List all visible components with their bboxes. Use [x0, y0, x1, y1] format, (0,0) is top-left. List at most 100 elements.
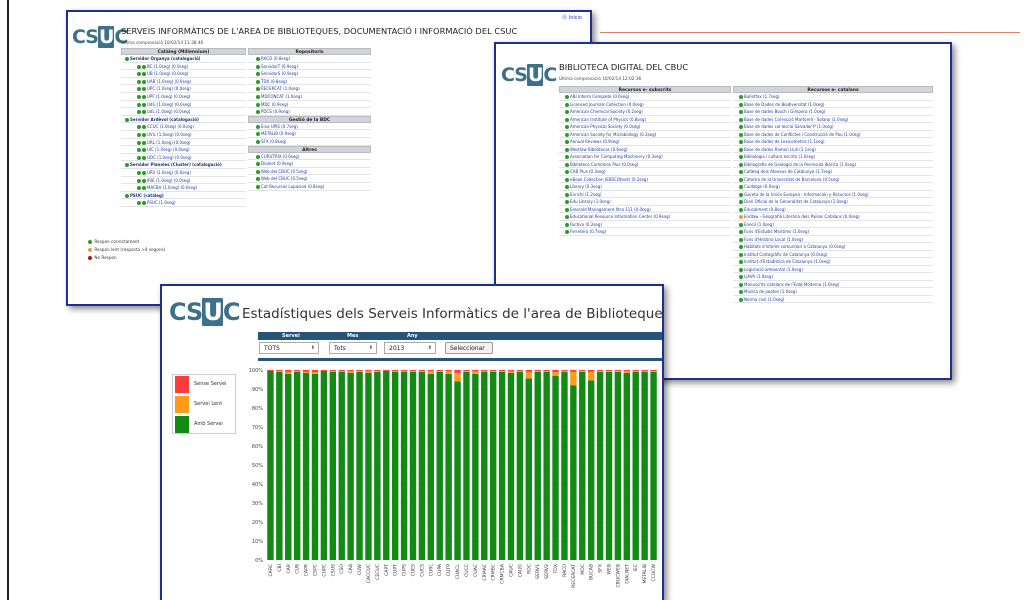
service-row[interactable]: UOC (1.0seg) (0.0seg) [121, 154, 246, 162]
resource-row[interactable]: Educational Resource Information Center … [559, 213, 731, 221]
service-row[interactable]: BC (1.0seg) (0.0seg) [121, 63, 246, 71]
service-row[interactable]: MDCONCAT (1.0seg) [248, 93, 371, 101]
service-row[interactable]: MACBA (1.0seg) (0.0seg) [121, 184, 246, 192]
service-row[interactable]: Servidor Organya (catalogació) [121, 55, 246, 63]
service-row[interactable]: UAB (1.0seg) (0.0seg) [121, 78, 246, 86]
resource-row[interactable]: Institut d'Estadística de Catalunya (1.0… [733, 258, 933, 266]
service-row[interactable]: RACO (0.8seg) [248, 55, 371, 63]
resource-row[interactable]: Cuidatge (0.0seg) [733, 183, 933, 191]
service-row[interactable]: ServidorT (0.9seg) [248, 63, 371, 71]
x-tick-label: CUPC [321, 564, 327, 577]
service-row[interactable]: UPC (1.0seg) (0.0seg) [121, 85, 246, 93]
resource-row[interactable]: Edu Library (1.0seg) [559, 198, 731, 206]
resource-row[interactable]: Hàbitats d'interès comunitari a Cataluny… [733, 243, 933, 251]
mes-select[interactable]: Tots ⬍ [329, 342, 377, 354]
resource-row[interactable]: Endlaw - Geografia Literària dels Països… [733, 213, 933, 221]
service-row[interactable]: Servidor Planoles (Cluster) (catalogació… [121, 161, 246, 169]
service-row[interactable]: Web del CBUC (0.5seg) [248, 168, 371, 176]
resource-row[interactable]: Association for Computing Machinery (0.3… [559, 153, 731, 161]
service-row[interactable]: ServidorS (0.9seg) [248, 70, 371, 78]
service-row[interactable]: UIC (1.0seg) (0.0seg) [121, 146, 246, 154]
legend-swatch [175, 376, 189, 393]
resource-row[interactable]: ABI Inform Complete (0.6seg) [559, 93, 731, 101]
resource-row[interactable]: Ferretera (0.7seg) [559, 228, 731, 236]
resource-row[interactable]: Enecil (1.0seg) [733, 221, 933, 228]
resource-row[interactable]: Emerald Management Xtra 111 (0.0seg) [559, 206, 731, 213]
status-dot-icon [142, 186, 146, 191]
resource-row[interactable]: Gaceta de la Unión Europea - Información… [733, 191, 933, 198]
service-row[interactable]: SFX (0.8seg) [248, 138, 371, 146]
resource-row[interactable]: Westlaw Bibliotecas (0.6seg) [559, 146, 731, 153]
resource-row[interactable]: Library (0.3seg) [559, 183, 731, 191]
resource-row[interactable]: Fons d'Estudis Maritims (1.0seg) [733, 228, 933, 236]
resource-row[interactable]: Annual Reviews (0.9seg) [559, 138, 731, 146]
service-row[interactable]: IRIE (1.0seg) (0.0seg) [121, 177, 246, 185]
service-row[interactable]: URV (1.0seg) (0.0seg) [121, 169, 246, 177]
resource-row[interactable]: American Physical Society (0.0seg) [559, 123, 731, 131]
resource-row[interactable]: CAB Plus (0.3seg) [559, 168, 731, 176]
resource-row[interactable]: Base de Dades de Biodiversitat (1.0seg) [733, 101, 933, 108]
resource-row[interactable]: Base de dades de Conflictes i Construcci… [733, 131, 933, 138]
resource-row[interactable]: American Chemical Society (0.2seg) [559, 108, 731, 116]
status-dot-icon [256, 64, 260, 69]
resource-row[interactable]: Norma civil (1.0seg) [733, 296, 933, 303]
resource-row[interactable]: LIAVA (1.0seg) [733, 273, 933, 281]
resource-row[interactable]: Base de dades Col·lecció Martorell - Sol… [733, 116, 933, 123]
inicio-link[interactable]: ⓪ Inicio [562, 14, 582, 21]
service-row[interactable]: UdG (1.0seg) (0.0seg) [121, 101, 246, 109]
service-row[interactable]: UPF (1.0seg) (0.0seg) [121, 93, 246, 101]
service-row[interactable]: Web del CBUC (0.5seg) [248, 175, 371, 183]
resource-row[interactable]: Bulletfax (1.7seg) [733, 93, 933, 101]
resource-row[interactable]: Manuscrits catalans de l'Edat Moderna (1… [733, 281, 933, 288]
service-row[interactable]: PSUC (1.0seg) [121, 199, 246, 207]
resource-row[interactable]: Bibliografia de Geologia de la Península… [733, 161, 933, 168]
resource-row[interactable]: Música de poetes (1.0seg) [733, 288, 933, 296]
resource-row[interactable]: Licensed Journals Collection (0.0seg) [559, 101, 731, 108]
y-tick-label: 30% [252, 501, 263, 507]
service-row[interactable]: Dialnet (0.9seg) [248, 160, 371, 168]
resource-row[interactable]: American Society for Microbiology (0.3se… [559, 131, 731, 138]
service-row[interactable]: METALIB (0.9seg) [248, 130, 371, 138]
bar-segment [561, 370, 568, 371]
service-row[interactable]: UVic (1.0seg) (0.0seg) [121, 131, 246, 139]
resource-row[interactable]: eBook Collection (EBSCOhost) (0.2seg) [559, 176, 731, 183]
resource-row[interactable]: Bibliologia i cultura escrita (1.0seg) [733, 153, 933, 161]
resource-row[interactable]: Educalment (0.8seg) [733, 206, 933, 213]
service-row[interactable]: PDCS (0.9seg) [248, 108, 371, 116]
service-row[interactable]: CCUC (1.0seg) (0.0seg) [121, 123, 246, 131]
resource-row[interactable]: Enrichi (1.2seg) [559, 191, 731, 198]
service-row[interactable]: UdL (1.0seg) (0.0seg) [121, 108, 246, 116]
bar-segment [329, 371, 337, 560]
resource-row[interactable]: Legislació ambiental (1.0seg) [733, 266, 933, 273]
service-row[interactable]: UB (1.0seg) (0.0seg) [121, 70, 246, 78]
resource-row[interactable]: Base de dades Bosch i Gimpera (1.0seg) [733, 108, 933, 116]
service-row[interactable]: URL (1.0seg) (0.0seg) [121, 139, 246, 147]
service-row[interactable]: Eina UPIS (0.7seg) [248, 123, 371, 131]
resource-row[interactable]: Diari Oficial de la Generalitat de Catal… [733, 198, 933, 206]
resource-row[interactable]: Catàleg dels Ateneus de Catalunya (1.7se… [733, 168, 933, 176]
resource-row[interactable]: Càtedra de la Universitat de Barcelona (… [733, 176, 933, 183]
service-row[interactable]: RECERCAT (1.0seg) [248, 85, 371, 93]
bar-segment [356, 370, 363, 372]
resource-row[interactable]: Factiva (0.2seg) [559, 221, 731, 228]
resource-row[interactable]: Institut Cartogràfic de Catalunya (0.0se… [733, 251, 933, 258]
service-row[interactable]: PSUC (catàleg) [121, 192, 246, 200]
resource-row[interactable]: Base de dades Ramon Llull (1.1seg) [733, 146, 933, 153]
select-button[interactable]: Seleccionar [445, 342, 493, 354]
x-tick-label: CUCC [464, 564, 470, 577]
resource-row[interactable]: Base de dades col·lecció Salvador P (1.0… [733, 123, 933, 131]
service-row[interactable]: CURUTRIX (0.6seg) [248, 153, 371, 161]
bar-segment [498, 370, 506, 371]
service-row[interactable]: Servidor Ardèvol (catalogació) [121, 116, 246, 124]
resource-row[interactable]: American Institute of Physics (0.8seg) [559, 116, 731, 123]
service-row[interactable]: Cat Recursos Lupaciod (0.8seg) [248, 183, 371, 191]
servei-select[interactable]: TOTS ⬍ [259, 342, 319, 354]
service-row[interactable]: MDC (0.9seg) [248, 101, 371, 109]
any-select[interactable]: 2013 ⬍ [384, 342, 436, 354]
resource-row[interactable]: Biblioteca Commons Plus (0.0seg) [559, 161, 731, 168]
bar-segment [570, 370, 577, 372]
status-dot-icon [739, 147, 743, 152]
service-row[interactable]: TDX (0.8seg) [248, 78, 371, 86]
resource-row[interactable]: Fons d'Història Local (1.0seg) [733, 236, 933, 243]
resource-row[interactable]: Base de dades de Lexicometria (1.1seg) [733, 138, 933, 146]
